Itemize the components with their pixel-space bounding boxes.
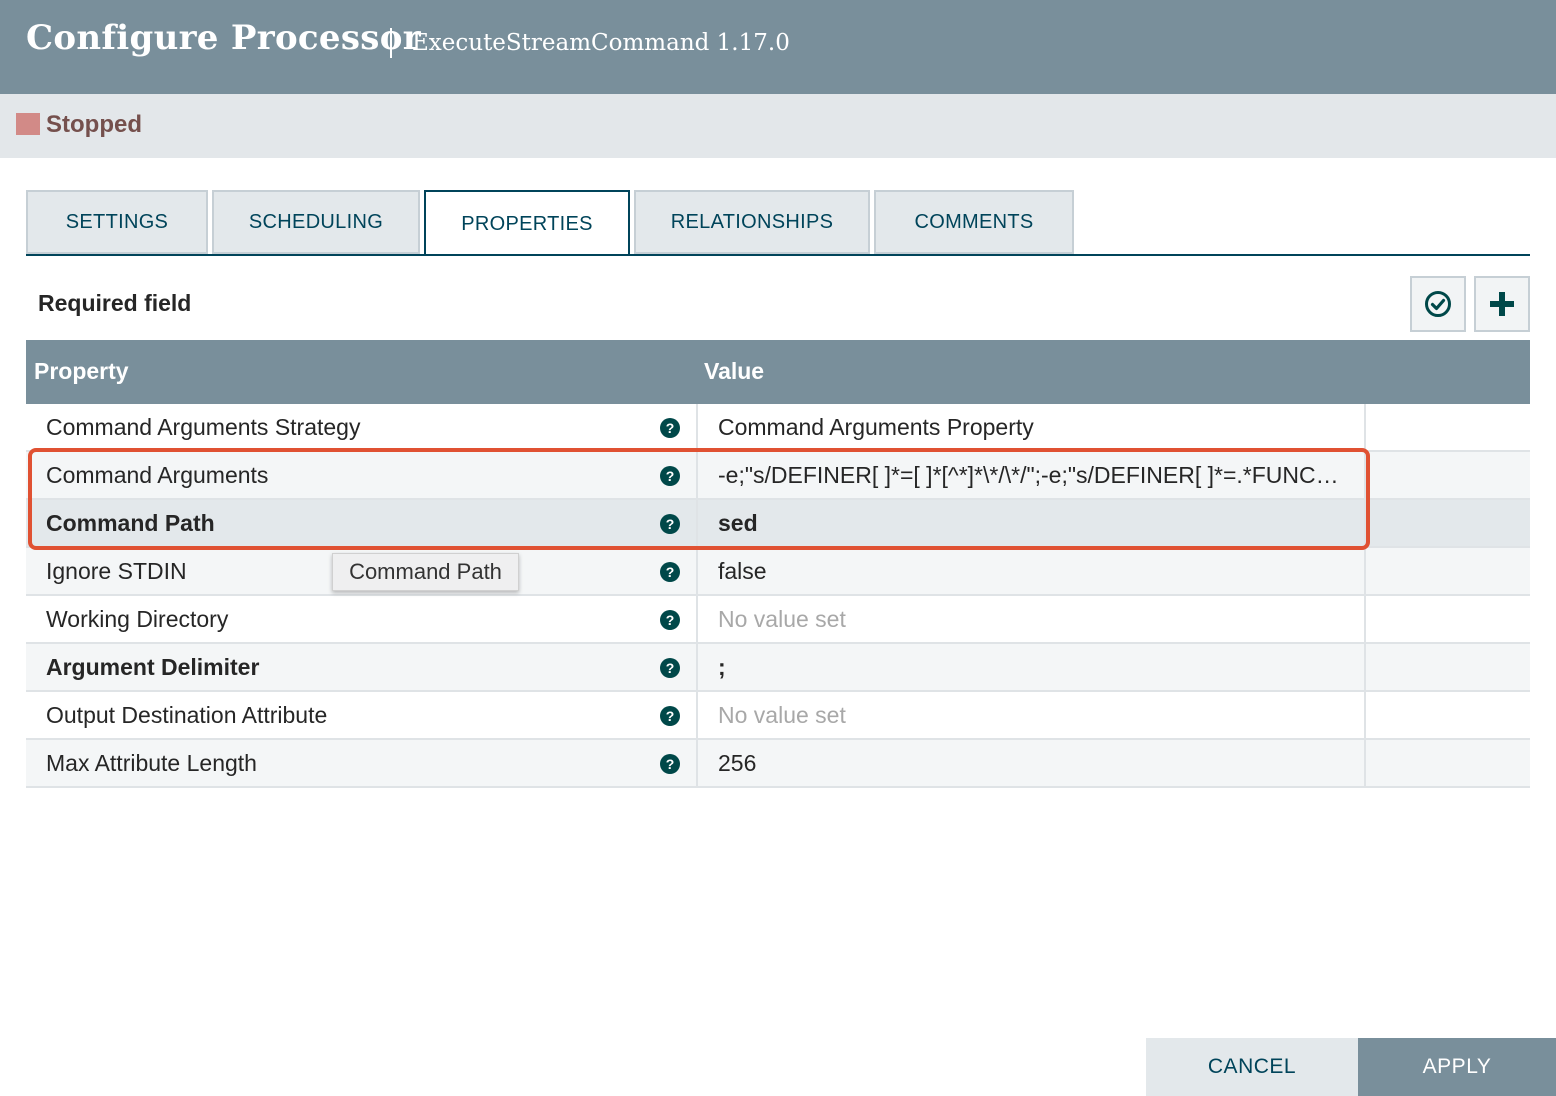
- table-row[interactable]: Max Attribute Length? 256: [26, 740, 1530, 788]
- table-row[interactable]: Command Arguments? -e;"s/DEFINER[ ]*=[ ]*…: [26, 452, 1530, 500]
- apply-button[interactable]: APPLY: [1358, 1038, 1556, 1096]
- table-header: Property Value: [26, 340, 1530, 404]
- column-divider: [696, 500, 698, 548]
- tab-properties[interactable]: PROPERTIES: [424, 190, 630, 256]
- help-icon[interactable]: ?: [660, 418, 680, 438]
- help-icon[interactable]: ?: [660, 706, 680, 726]
- cancel-button[interactable]: CANCEL: [1146, 1038, 1358, 1096]
- property-name: Command Path: [46, 510, 215, 536]
- tab-settings[interactable]: SETTINGS: [26, 190, 208, 254]
- property-value[interactable]: Command Arguments Property: [718, 414, 1348, 441]
- table-row[interactable]: Output Destination Attribute? No value se…: [26, 692, 1530, 740]
- column-divider: [696, 596, 698, 644]
- title-divider: [390, 28, 392, 58]
- table-row[interactable]: Command Arguments Strategy? Command Argum…: [26, 404, 1530, 452]
- property-value[interactable]: ;: [718, 654, 1348, 681]
- actions-divider: [1364, 692, 1366, 740]
- column-divider: [696, 692, 698, 740]
- actions-divider: [1364, 740, 1366, 788]
- check-circle-icon: [1425, 291, 1451, 317]
- verify-properties-button[interactable]: [1410, 276, 1466, 332]
- table-row[interactable]: Argument Delimiter?;: [26, 644, 1530, 692]
- actions-divider: [1364, 404, 1366, 452]
- property-column-header: Property: [34, 358, 129, 384]
- status-label: Stopped: [46, 111, 142, 138]
- column-divider: [696, 548, 698, 596]
- table-row[interactable]: Working Directory? No value set: [26, 596, 1530, 644]
- dialog-title: Configure Processor: [26, 18, 421, 58]
- actions-divider: [1364, 500, 1366, 548]
- property-name: Output Destination Attribute: [46, 702, 328, 728]
- property-name: Ignore STDIN: [46, 558, 187, 584]
- property-name: Working Directory: [46, 606, 229, 632]
- column-divider: [696, 740, 698, 788]
- column-divider: [696, 452, 698, 500]
- property-value[interactable]: 256: [718, 750, 1348, 777]
- property-name: Max Attribute Length: [46, 750, 257, 776]
- help-icon[interactable]: ?: [660, 658, 680, 678]
- table-row[interactable]: Command Path? sed: [26, 500, 1530, 548]
- property-value[interactable]: sed: [718, 510, 1348, 537]
- status-bar: [0, 94, 1556, 158]
- property-name: Command Arguments: [46, 462, 269, 488]
- actions-divider: [1364, 596, 1366, 644]
- plus-icon: [1490, 292, 1514, 316]
- column-divider: [696, 404, 698, 452]
- property-tooltip: Command Path: [332, 553, 519, 591]
- property-value[interactable]: No value set: [718, 702, 1348, 729]
- help-icon[interactable]: ?: [660, 754, 680, 774]
- column-divider: [696, 644, 698, 692]
- help-icon[interactable]: ?: [660, 562, 680, 582]
- tabs-underline: [26, 254, 1530, 256]
- dialog-header: Configure Processor ExecuteStreamCommand…: [0, 0, 1556, 94]
- actions-divider: [1364, 644, 1366, 692]
- property-name: Argument Delimiter: [46, 654, 260, 680]
- property-value[interactable]: -e;"s/DEFINER[ ]*=[ ]*[^*]*\*/\*/";-e;"s…: [718, 462, 1348, 489]
- property-value[interactable]: false: [718, 558, 1348, 585]
- processor-type: ExecuteStreamCommand 1.17.0: [412, 30, 790, 56]
- help-icon[interactable]: ?: [660, 466, 680, 486]
- tab-comments[interactable]: COMMENTS: [874, 190, 1074, 254]
- help-icon[interactable]: ?: [660, 514, 680, 534]
- required-field-label: Required field: [38, 290, 192, 316]
- actions-divider: [1364, 452, 1366, 500]
- property-name: Command Arguments Strategy: [46, 414, 361, 440]
- tab-scheduling[interactable]: SCHEDULING: [212, 190, 420, 254]
- property-value[interactable]: No value set: [718, 606, 1348, 633]
- table-row[interactable]: Ignore STDIN? false: [26, 548, 1530, 596]
- value-column-header: Value: [704, 358, 765, 384]
- add-property-button[interactable]: [1474, 276, 1530, 332]
- tab-relationships[interactable]: RELATIONSHIPS: [634, 190, 870, 254]
- stopped-icon: [16, 113, 40, 135]
- actions-divider: [1364, 548, 1366, 596]
- help-icon[interactable]: ?: [660, 610, 680, 630]
